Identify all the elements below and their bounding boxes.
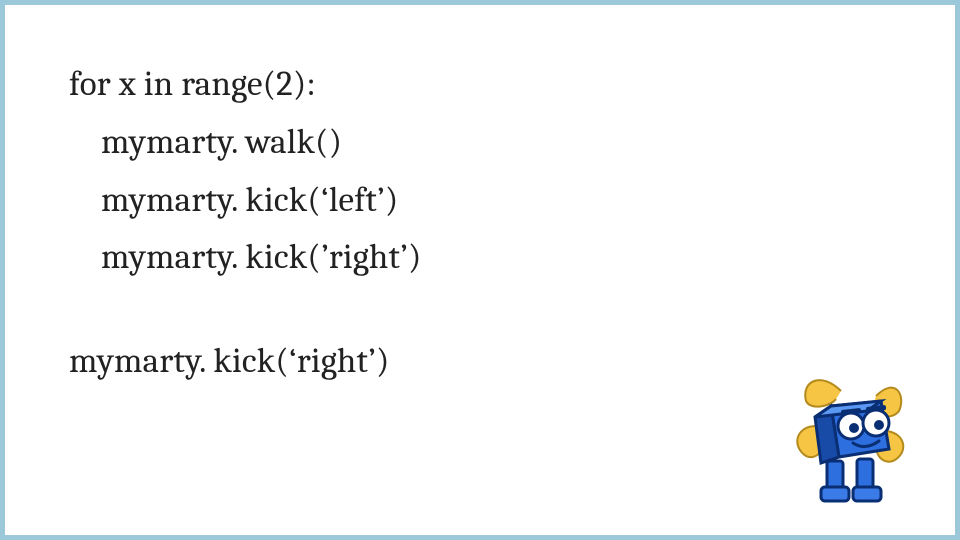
code-line-kick-right-2: mymarty. kick(‘right’) (69, 332, 891, 390)
slide-frame: for x in range(2): mymarty. walk() mymar… (0, 0, 960, 540)
code-line-walk: mymarty. walk() (69, 113, 891, 171)
code-line-for: for x in range(2): (69, 55, 891, 113)
blank-line (69, 286, 891, 332)
code-block: for x in range(2): mymarty. walk() mymar… (69, 55, 891, 390)
marty-robot-icon (781, 371, 911, 511)
code-line-kick-left: mymarty. kick(‘left’) (69, 171, 891, 229)
code-line-kick-right-1: mymarty. kick(’right’) (69, 228, 891, 286)
